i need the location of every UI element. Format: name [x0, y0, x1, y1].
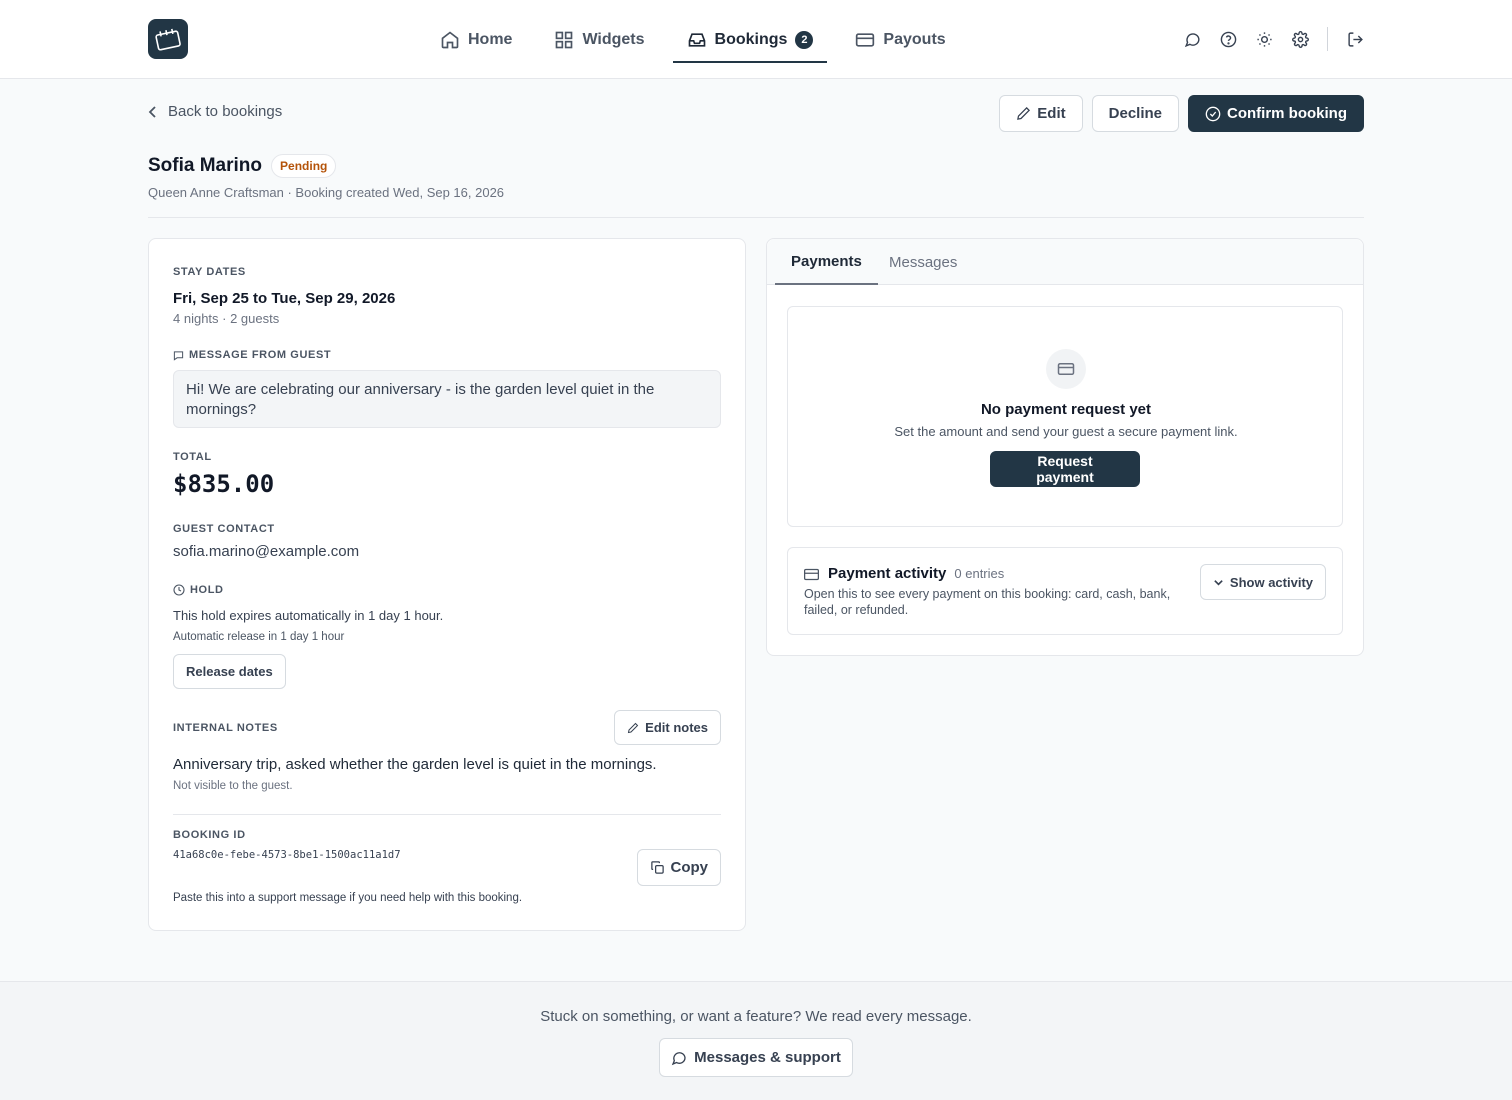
chat-icon[interactable] — [1183, 27, 1201, 51]
chevron-down-icon — [1214, 579, 1223, 586]
credit-card-icon — [1046, 349, 1086, 389]
support-footer: Stuck on something, or want a feature? W… — [0, 981, 1512, 1100]
status-badge: Pending — [271, 154, 337, 178]
booking-details-card: Stay dates Fri, Sep 25 to Tue, Sep 29, 2… — [148, 238, 746, 931]
hold-label: Hold — [173, 584, 224, 596]
nav-payouts[interactable]: Payouts — [841, 0, 959, 79]
confirm-booking-button[interactable]: Confirm booking — [1188, 95, 1364, 132]
guest-message: Hi! We are celebrating our anniversary -… — [173, 370, 721, 428]
nav-bookings[interactable]: Bookings 2 — [672, 0, 828, 79]
stay-dates-label: Stay dates — [173, 266, 246, 278]
inbox-icon — [688, 32, 705, 47]
message-icon — [173, 350, 184, 361]
payment-empty-state: No payment request yet Set the amount an… — [787, 306, 1343, 527]
payment-activity-panel: Payment activity 0 entries Open this to … — [787, 547, 1343, 635]
booking-meta: Queen Anne Craftsman · Booking created W… — [148, 185, 505, 200]
edit-notes-button[interactable]: Edit notes — [614, 710, 721, 745]
payments-card: Payments Messages No payment request yet… — [766, 238, 1364, 656]
decline-button[interactable]: Decline — [1091, 95, 1179, 132]
hold-release: Automatic release in 1 day 1 hour — [173, 631, 345, 643]
activity-count: 0 entries — [954, 566, 1005, 581]
booking-total: $835.00 — [173, 470, 275, 498]
header-separator — [1327, 27, 1328, 51]
nav-payouts-label: Payouts — [883, 30, 946, 48]
nav-bookings-label: Bookings — [714, 30, 788, 48]
message-label: Message from guest — [173, 349, 331, 361]
help-icon[interactable] — [1219, 27, 1237, 51]
request-payment-button[interactable]: Request payment — [990, 451, 1140, 487]
edit-notes-label: Edit notes — [645, 720, 708, 735]
booking-id-label: Booking ID — [173, 829, 246, 841]
confirm-label: Confirm booking — [1227, 105, 1347, 122]
copy-label: Copy — [670, 859, 709, 876]
nav-home-label: Home — [468, 30, 513, 48]
bookings-count-badge: 2 — [795, 30, 814, 49]
booking-actions: Edit Decline Confirm booking — [999, 95, 1364, 132]
main-nav: Home Widgets Bookings 2 Payouts — [426, 0, 974, 79]
back-label: Back to bookings — [168, 103, 283, 120]
activity-description: Open this to see every payment on this b… — [804, 587, 1171, 617]
hold-label-text: Hold — [190, 584, 224, 596]
pencil-icon — [1017, 106, 1031, 120]
copy-icon — [650, 861, 664, 874]
notes-hint: Not visible to the guest. — [173, 780, 293, 792]
decline-label: Decline — [1108, 105, 1162, 122]
messages-support-button[interactable]: Messages & support — [659, 1038, 853, 1077]
activity-title: Payment activity — [828, 565, 947, 582]
stay-dates: Fri, Sep 25 to Tue, Sep 29, 2026 — [173, 290, 396, 307]
sun-icon[interactable] — [1255, 27, 1273, 51]
gear-icon[interactable] — [1291, 27, 1309, 51]
top-navigation-bar: Home Widgets Bookings 2 Payouts — [0, 0, 1512, 79]
check-circle-icon — [1205, 106, 1221, 121]
booking-id-hint: Paste this into a support message if you… — [173, 892, 523, 904]
request-payment-label: Request payment — [1036, 453, 1094, 485]
nav-home[interactable]: Home — [426, 0, 526, 79]
logout-icon[interactable] — [1346, 27, 1364, 51]
nav-widgets[interactable]: Widgets — [540, 0, 658, 79]
internal-notes-label: Internal notes — [173, 722, 278, 734]
message-label-text: Message from guest — [189, 349, 332, 361]
header-divider — [148, 217, 1364, 218]
release-dates-button[interactable]: Release dates — [173, 654, 286, 689]
copy-id-button[interactable]: Copy — [636, 849, 721, 886]
credit-card-icon — [804, 568, 819, 581]
chevron-left-icon — [148, 105, 156, 118]
page-title: Sofia Marino — [148, 155, 263, 176]
empty-title: No payment request yet — [980, 401, 1152, 418]
show-activity-button[interactable]: Show activity — [1199, 564, 1326, 600]
calendar-logo-icon — [155, 28, 181, 51]
guest-email: sofia.marino@example.com — [173, 543, 360, 560]
messages-support-label: Messages & support — [694, 1049, 841, 1066]
edit-booking-button[interactable]: Edit — [999, 95, 1083, 132]
tab-messages[interactable]: Messages — [889, 239, 957, 285]
hold-text: This hold expires automatically in 1 day… — [173, 608, 444, 623]
credit-card-icon — [856, 32, 875, 47]
release-dates-label: Release dates — [186, 664, 273, 679]
booking-title-row: Sofia Marino Pending — [148, 154, 337, 178]
card-divider — [173, 814, 721, 815]
edit-label: Edit — [1037, 105, 1066, 122]
stay-summary: 4 nights · 2 guests — [173, 311, 280, 326]
chat-icon — [671, 1051, 686, 1065]
home-icon — [441, 30, 459, 48]
payments-tabs: Payments Messages — [767, 239, 1363, 285]
grid-icon — [556, 31, 573, 48]
show-activity-label: Show activity — [1229, 574, 1313, 590]
clock-icon — [173, 584, 185, 596]
nav-widgets-label: Widgets — [582, 30, 645, 48]
activity-heading: Payment activity 0 entries — [828, 565, 1004, 582]
internal-notes: Anniversary trip, asked whether the gard… — [173, 756, 657, 773]
app-logo[interactable] — [148, 19, 188, 59]
back-to-bookings-link[interactable]: Back to bookings — [148, 103, 282, 120]
footer-text: Stuck on something, or want a feature? W… — [540, 1008, 972, 1025]
total-label: Total — [173, 451, 212, 463]
tab-payments[interactable]: Payments — [775, 239, 878, 285]
pencil-icon — [628, 722, 639, 733]
booking-id: 41a68c0e-febe-4573-8be1-1500ac11a1d7 — [173, 849, 401, 861]
contact-label: Guest contact — [173, 523, 275, 535]
header-actions — [1183, 27, 1364, 51]
empty-text: Set the amount and send your guest a sec… — [894, 424, 1238, 439]
